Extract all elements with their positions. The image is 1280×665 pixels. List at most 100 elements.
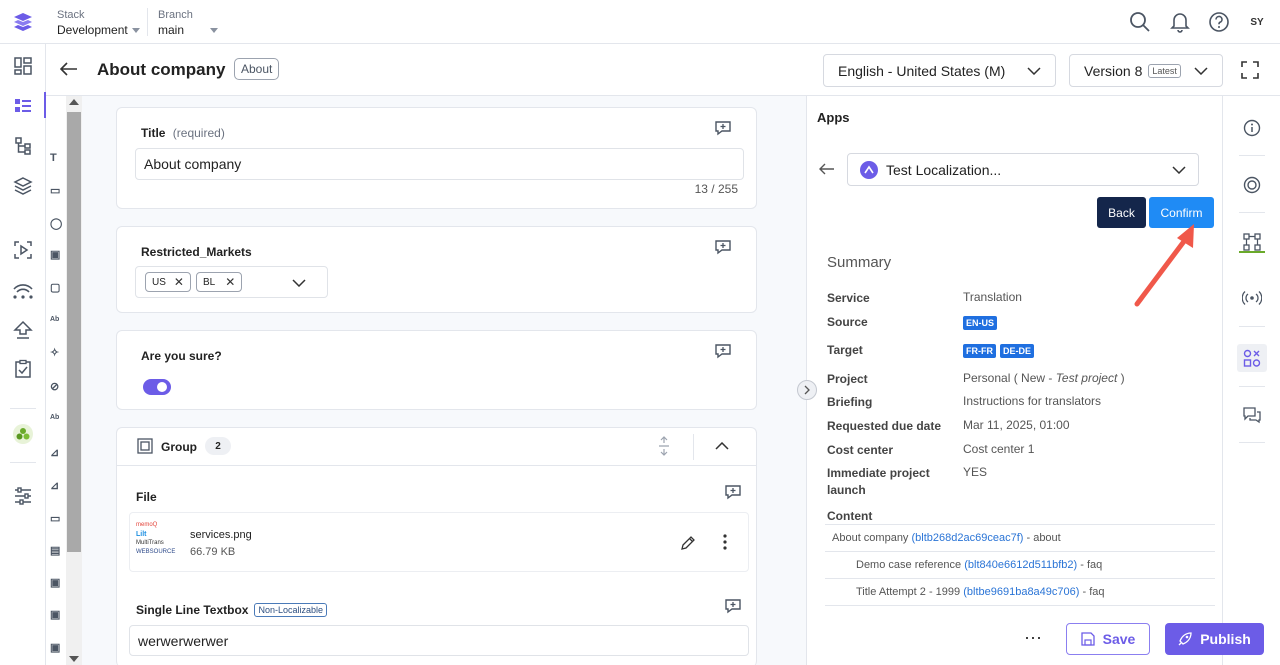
app-select-dropdown[interactable]: Test Localization... <box>847 153 1199 186</box>
content-label: Content <box>827 509 873 523</box>
back-arrow-icon[interactable] <box>819 163 835 175</box>
markets-multiselect[interactable]: US ✕ BL ✕ <box>135 266 328 298</box>
avatar[interactable]: SY <box>1244 10 1270 34</box>
field-type-icon[interactable]: ⊿ <box>50 446 59 459</box>
dashboard-icon[interactable] <box>11 54 35 78</box>
help-icon[interactable] <box>1208 11 1230 33</box>
chevron-up-icon[interactable] <box>715 442 729 450</box>
field-type-icon[interactable]: ▤ <box>50 544 60 557</box>
entries-icon[interactable] <box>11 94 35 118</box>
chevron-down-icon <box>1027 66 1041 75</box>
fullscreen-icon[interactable] <box>1241 61 1259 79</box>
field-type-icon[interactable]: ⊘ <box>50 380 59 393</box>
version-value: Version 8 <box>1084 62 1143 79</box>
content-type-pill[interactable]: About <box>234 58 280 80</box>
close-icon[interactable]: ✕ <box>225 275 235 289</box>
textbox-label: Single Line Textbox <box>136 603 249 617</box>
bell-icon[interactable] <box>1170 11 1190 33</box>
stack-selector[interactable]: Stack Development <box>57 9 140 37</box>
top-bar: Stack Development Branch main SY <box>0 0 1280 44</box>
search-icon[interactable] <box>1129 11 1151 33</box>
field-type-icon[interactable]: ▣ <box>50 576 60 589</box>
field-type-icon[interactable]: T <box>50 152 57 164</box>
content-models-icon[interactable] <box>11 134 35 158</box>
branch-label: Branch <box>158 9 193 21</box>
tag-bl[interactable]: BL ✕ <box>196 272 243 292</box>
field-type-icon[interactable]: ⊿ <box>50 479 59 492</box>
file-thumbnail[interactable]: memoQ Lilt MultiTrans WEBSOURCE <box>136 521 180 565</box>
close-icon[interactable]: ✕ <box>174 275 184 289</box>
branch-value: main <box>158 23 185 37</box>
back-arrow-icon[interactable] <box>60 62 78 76</box>
field-type-icon[interactable]: ▭ <box>50 512 60 525</box>
locale-tag: DE-DE <box>1000 344 1035 358</box>
settings-icon[interactable] <box>11 484 35 508</box>
save-icon <box>1080 632 1095 646</box>
more-vertical-icon[interactable] <box>723 534 727 550</box>
comment-add-icon[interactable] <box>724 484 742 500</box>
broadcast-icon[interactable] <box>1240 286 1264 310</box>
comment-add-icon[interactable] <box>714 239 732 255</box>
branch-selector[interactable]: Branch main <box>158 9 219 37</box>
comment-add-icon[interactable] <box>714 343 732 359</box>
version-dropdown[interactable]: Version 8 Latest <box>1069 54 1223 87</box>
chevron-down-icon <box>210 27 219 33</box>
chevron-down-icon[interactable] <box>292 279 306 287</box>
field-type-icon[interactable]: Ab <box>50 316 59 323</box>
workflows-icon[interactable] <box>11 278 35 302</box>
target-icon[interactable] <box>1240 173 1264 197</box>
comment-add-icon[interactable] <box>724 598 742 614</box>
field-type-icon[interactable]: ✧ <box>50 346 59 359</box>
group-field-card: Group 2 File memoQ Lilt MultiTrans WEBSO… <box>116 427 757 665</box>
field-type-icon[interactable]: ◯ <box>50 217 62 230</box>
panel-collapse-handle[interactable] <box>797 380 817 400</box>
tag-us[interactable]: US ✕ <box>145 272 191 292</box>
entry-uid-link[interactable]: (bltbe9691ba8a49c706) <box>963 586 1079 598</box>
field-type-icon[interactable]: ▣ <box>50 608 60 621</box>
non-localizable-badge: Non-Localizable <box>254 603 328 617</box>
deploy-icon[interactable] <box>11 318 35 342</box>
page-title: About company <box>97 60 226 79</box>
field-type-icon[interactable]: Ab <box>50 414 59 421</box>
annotation-arrow-icon <box>1134 224 1194 307</box>
left-nav-rail <box>0 44 46 665</box>
locale-value: English - United States (M) <box>838 62 1006 79</box>
field-type-icons: T ▭ ◯ ▣ ▢ Ab ✧ ⊘ Ab ⊿ ⊿ ▭ ▤ ▣ ▣ ▣ <box>46 96 66 665</box>
assets-icon[interactable] <box>11 174 35 198</box>
publish-button[interactable]: Publish <box>1165 623 1264 655</box>
field-type-icon[interactable]: ▭ <box>50 184 60 197</box>
app-select-value: Test Localization... <box>886 161 1002 178</box>
field-type-icon[interactable]: ▣ <box>50 248 60 261</box>
version-badge: Latest <box>1148 63 1181 78</box>
scroll-up-icon[interactable] <box>69 99 79 105</box>
entry-uid-link[interactable]: (blt840e6612d511bfb2) <box>964 559 1077 571</box>
file-row: memoQ Lilt MultiTrans WEBSOURCE services… <box>129 512 749 572</box>
edit-pencil-icon[interactable] <box>680 535 696 551</box>
releases-icon[interactable] <box>11 238 35 262</box>
scrollbar-thumb[interactable] <box>67 112 81 552</box>
textbox-input[interactable]: werwerwerwer <box>129 625 749 656</box>
chevron-down-icon <box>1172 165 1186 174</box>
group-count-badge: 2 <box>205 437 231 455</box>
save-button[interactable]: Save <box>1066 623 1150 655</box>
group-header[interactable]: Group 2 <box>117 428 756 466</box>
discussions-icon[interactable] <box>1240 403 1264 427</box>
apps-icon[interactable] <box>11 422 35 446</box>
comment-add-icon[interactable] <box>714 120 732 136</box>
field-type-icon[interactable]: ▣ <box>50 641 60 654</box>
tasks-icon[interactable] <box>11 357 35 381</box>
info-icon[interactable] <box>1240 116 1264 140</box>
scroll-down-icon[interactable] <box>69 656 79 662</box>
toggle-switch[interactable] <box>143 379 171 395</box>
contentstack-logo-icon[interactable] <box>11 11 35 33</box>
title-input[interactable]: About company <box>135 148 744 180</box>
more-options-icon[interactable]: ⋯ <box>1024 628 1043 649</box>
reorder-icon[interactable] <box>658 436 670 456</box>
char-count: 13 / 255 <box>694 182 738 196</box>
locale-dropdown[interactable]: English - United States (M) <box>823 54 1056 87</box>
restricted-markets-label: Restricted_Markets <box>141 245 252 259</box>
field-type-icon[interactable]: ▢ <box>50 281 60 294</box>
entry-uid-link[interactable]: (bltb268d2ac69ceac7f) <box>912 532 1024 544</box>
apps-grid-icon[interactable] <box>1240 346 1264 370</box>
entry-header: About company About English - United Sta… <box>46 44 1280 96</box>
